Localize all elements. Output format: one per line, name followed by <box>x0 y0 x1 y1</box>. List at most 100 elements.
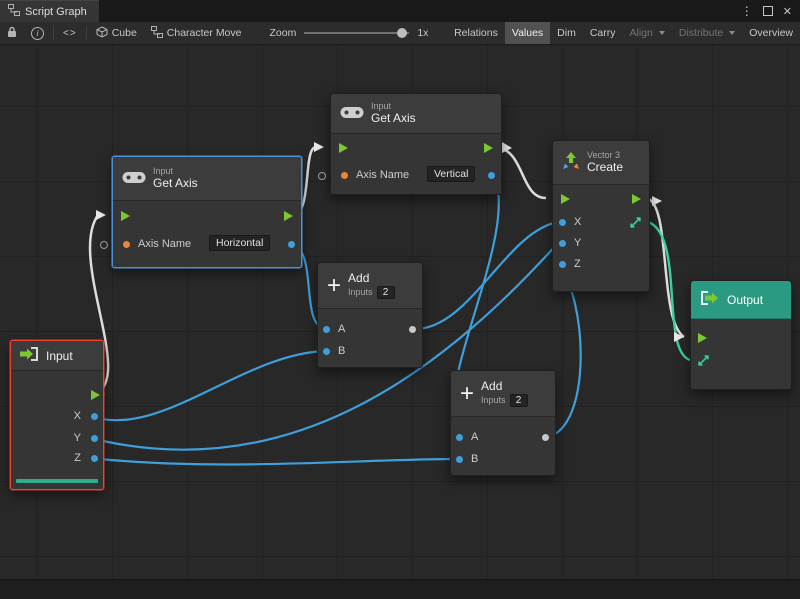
port-sum-out[interactable] <box>409 326 416 333</box>
node-vector3-create[interactable]: Vector 3 Create X Y Z <box>552 140 650 292</box>
port-x[interactable] <box>91 413 98 420</box>
graph-toolbar: i <> Cube Character Move Zoom 1x Relatio… <box>0 22 800 45</box>
inputs-count-field[interactable]: 2 <box>377 286 395 300</box>
zoom-slider[interactable] <box>304 27 409 39</box>
port-label-x: X <box>74 410 81 422</box>
node-title: Get Axis <box>153 177 198 191</box>
node-get-axis-vertical[interactable]: Input Get Axis Axis Name Vertical <box>330 93 502 195</box>
port-x-in[interactable] <box>559 219 566 226</box>
dim-label: Dim <box>557 27 576 39</box>
zoom-slider-track[interactable] <box>304 32 409 34</box>
relations-button[interactable]: Relations <box>447 22 505 44</box>
node-get-axis-horizontal[interactable]: Input Get Axis Axis Name Horizontal <box>112 156 302 268</box>
axis-name-port[interactable] <box>341 172 348 179</box>
inputs-label: Inputs <box>481 395 506 405</box>
port-label-z: Z <box>574 258 581 270</box>
graph-asset-button[interactable]: Character Move <box>144 22 249 44</box>
lock-icon <box>7 26 17 41</box>
relations-label: Relations <box>454 27 498 39</box>
info-button[interactable]: i <box>24 22 51 44</box>
input-unit-icon <box>19 347 39 364</box>
graph-asset-icon <box>151 26 163 41</box>
gameobject-button[interactable]: Cube <box>89 22 144 44</box>
window-titlebar: Script Graph ⋮ ✕ <box>0 0 800 22</box>
gamepad-icon <box>340 105 364 123</box>
zoom-control: Zoom 1x <box>263 22 436 44</box>
tab-script-graph[interactable]: Script Graph <box>0 0 99 22</box>
embed-code-button[interactable]: <> <box>56 22 84 44</box>
node-add-1[interactable]: + Add Inputs 2 A B <box>317 262 423 368</box>
axis-name-field[interactable]: Vertical <box>427 166 475 182</box>
unconnected-port-indicator <box>100 241 108 249</box>
node-output-unit[interactable]: Output <box>690 280 792 390</box>
node-title: Add <box>348 272 395 286</box>
port-y-in[interactable] <box>559 240 566 247</box>
port-label-a: A <box>471 431 478 443</box>
flow-in-port[interactable] <box>339 143 348 153</box>
flow-in-port[interactable] <box>561 194 570 204</box>
port-b-in[interactable] <box>456 456 463 463</box>
port-label-b: B <box>338 345 345 357</box>
port-z[interactable] <box>91 455 98 462</box>
lock-button[interactable] <box>0 22 24 44</box>
add-icon: + <box>460 384 474 404</box>
inputs-label: Inputs <box>348 287 373 297</box>
port-label-b: B <box>471 453 478 465</box>
node-title: Output <box>727 293 763 307</box>
node-title: Input <box>46 349 73 363</box>
flow-out-port[interactable] <box>284 211 293 221</box>
vector3-icon <box>562 152 580 173</box>
flow-in-port[interactable] <box>121 211 130 221</box>
node-add-2[interactable]: + Add Inputs 2 A B <box>450 370 556 476</box>
node-title: Add <box>481 380 528 394</box>
port-a-in[interactable] <box>323 326 330 333</box>
port-label-y: Y <box>574 237 581 249</box>
port-label-z: Z <box>74 452 81 464</box>
zoom-slider-handle[interactable] <box>397 28 407 38</box>
flow-out-port[interactable] <box>91 390 100 400</box>
flow-out-port[interactable] <box>632 194 641 204</box>
window-menu-icon[interactable]: ⋮ <box>741 0 753 22</box>
values-button[interactable]: Values <box>505 22 550 44</box>
script-graph-icon <box>8 4 20 19</box>
axis-name-field[interactable]: Horizontal <box>209 235 270 251</box>
vector-result-port-icon[interactable] <box>629 216 642 232</box>
graph-asset-label: Character Move <box>167 27 242 39</box>
overview-button[interactable]: Overview <box>742 22 800 44</box>
node-input-unit[interactable]: Input X Y Z <box>10 340 104 490</box>
port-z-in[interactable] <box>559 261 566 268</box>
overview-label: Overview <box>749 27 793 39</box>
inputs-count-field[interactable]: 2 <box>510 394 528 408</box>
unit-accent-bar <box>16 479 98 483</box>
carry-button[interactable]: Carry <box>583 22 623 44</box>
flow-in-port[interactable] <box>698 333 707 343</box>
toolbar-separator <box>86 26 87 40</box>
port-y[interactable] <box>91 435 98 442</box>
value-out-port[interactable] <box>488 172 495 179</box>
flow-out-port[interactable] <box>484 143 493 153</box>
tab-title: Script Graph <box>25 6 87 18</box>
gameobject-label: Cube <box>112 27 137 39</box>
vector-value-port-icon[interactable] <box>697 354 710 370</box>
axis-name-port[interactable] <box>123 241 130 248</box>
values-label: Values <box>512 27 543 39</box>
chevron-down-icon <box>659 31 665 35</box>
port-label-y: Y <box>74 432 81 444</box>
gamepad-icon <box>122 170 146 188</box>
chevron-down-icon <box>729 31 735 35</box>
maximize-icon[interactable] <box>763 6 773 16</box>
port-label-a: A <box>338 323 345 335</box>
port-a-in[interactable] <box>456 434 463 441</box>
distribute-dropdown[interactable]: Distribute <box>672 22 742 44</box>
distribute-label: Distribute <box>679 27 723 39</box>
code-icon: <> <box>63 28 77 39</box>
align-dropdown[interactable]: Align <box>623 22 672 44</box>
port-b-in[interactable] <box>323 348 330 355</box>
node-title: Create <box>587 161 623 175</box>
dim-button[interactable]: Dim <box>550 22 583 44</box>
value-out-port[interactable] <box>288 241 295 248</box>
close-icon[interactable]: ✕ <box>783 5 792 18</box>
align-label: Align <box>630 27 653 39</box>
node-title: Get Axis <box>371 112 416 126</box>
port-sum-out[interactable] <box>542 434 549 441</box>
